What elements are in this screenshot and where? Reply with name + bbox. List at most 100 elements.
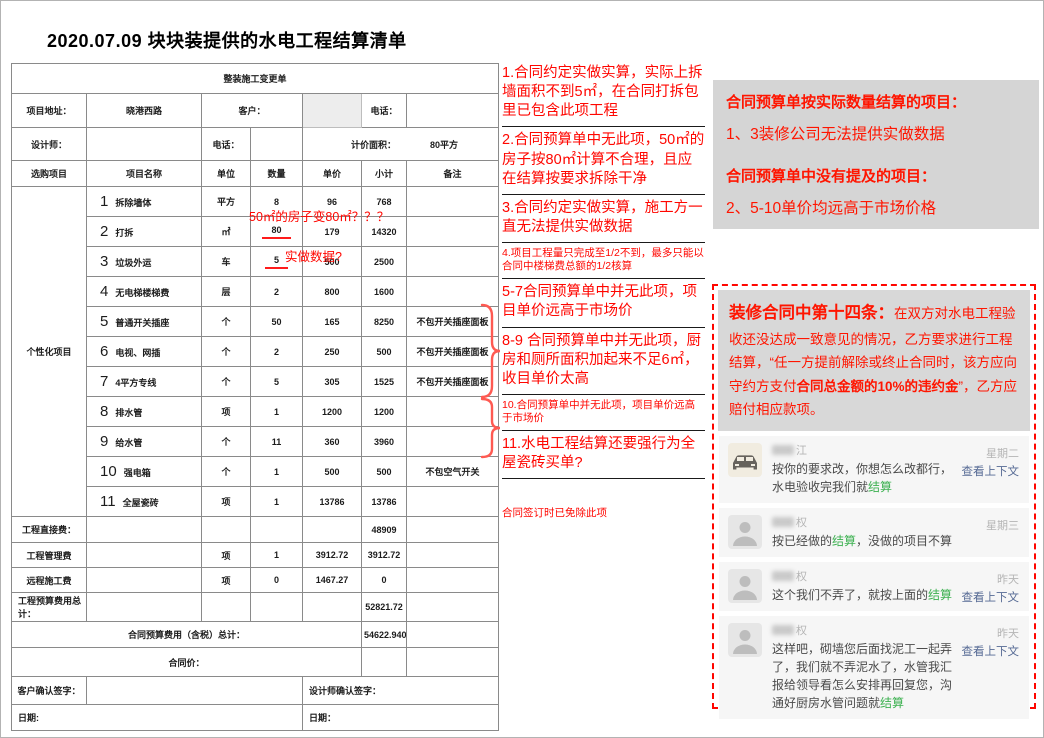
date1-label: 日期: (12, 705, 303, 731)
phone-label: 电话： (362, 94, 407, 128)
date-row: 日期: 日期： (12, 705, 499, 731)
item-qty: 1 (251, 487, 303, 517)
info-row-1: 项目地址： 晓港西路 客户： 电话： (12, 94, 499, 128)
item-subtotal: 8250 (362, 307, 407, 337)
note-divider (502, 327, 705, 328)
item-number: 11 (100, 493, 116, 510)
item-subtotal: 1600 (362, 277, 407, 307)
item-name-cell: 10强电箱 (87, 457, 202, 487)
item-subtotal: 13786 (362, 487, 407, 517)
item-unit-price: 360 (303, 427, 362, 457)
item-number: 2 (100, 223, 108, 240)
contract-clause-box: 装修合同中第十四条：在双方对水电工程验收还没达成一致意见的情况，乙方要求进行工程… (718, 290, 1030, 431)
note-item: 11.水电工程结算还要强行为全屋瓷砖买单? (502, 435, 705, 473)
disputed-qty-underline: 80 (262, 225, 290, 239)
view-context-link[interactable]: 查看上下文 (962, 643, 1020, 659)
name-visible-suffix: 权 (796, 622, 807, 638)
note-item: 10.合同预算单中并无此项，项目单价远高于市场价 (502, 399, 705, 425)
item-remark (407, 217, 499, 247)
note-item: 合同签订时已免除此项 (502, 507, 705, 520)
item-subtotal: 500 (362, 337, 407, 367)
item-unit: ㎡ (202, 217, 251, 247)
item-name-cell: 74平方专线 (87, 367, 202, 397)
item-subtotal: 1200 (362, 397, 407, 427)
car-avatar-icon (728, 443, 762, 477)
item-subtotal: 500 (362, 457, 407, 487)
box-title: 合同预算单按实际数量结算的项目： (726, 91, 1026, 112)
item-name-cell: 1拆除墙体 (87, 187, 202, 217)
area-question-note: 50㎡的房子变80㎡？？？ (249, 206, 389, 225)
designer-value (87, 128, 202, 161)
chat-sender-name: 江 (772, 443, 1020, 458)
budget-total-label: 工程预算费用总计： (12, 593, 87, 622)
item-unit: 项 (202, 397, 251, 427)
keyword-highlight: 结算 (880, 696, 904, 710)
item-unit: 个 (202, 457, 251, 487)
contract-price-row: 合同价： (12, 648, 499, 677)
item-name-cell: 4无电梯楼梯费 (87, 277, 202, 307)
chat-message-list: 江按你的要求改，你想怎么改都行，水电验收完我们就结算星期二查看上下文权按已经做的… (718, 436, 1030, 719)
address-value: 晓港西路 (87, 94, 202, 128)
item-number: 6 (100, 343, 108, 360)
clause-lead: 装修合同中第十四条： (729, 304, 894, 322)
item-unit-price: 305 (303, 367, 362, 397)
direct-fee-row: 工程直接费： 48909 (12, 517, 499, 543)
item-unit: 车 (202, 247, 251, 277)
item-number: 1 (100, 193, 108, 210)
unmentioned-items-box: 合同预算单中没有提及的项目： 2、5-10单价均远高于市场价格 (713, 154, 1039, 229)
contract-total-row: 合同预算费用（含税）总计： 54622.9407 (12, 622, 499, 648)
item-remark: 不包空气开关 (407, 457, 499, 487)
item-number: 8 (100, 403, 108, 420)
item-name-cell: 9给水管 (87, 427, 202, 457)
avatar (728, 515, 762, 549)
item-unit-price: 13786 (303, 487, 362, 517)
name-visible-suffix: 权 (796, 514, 807, 530)
chat-message[interactable]: 权这个我们不弄了，就按上面的结算昨天查看上下文 (719, 562, 1029, 611)
item-qty: 1 (251, 457, 303, 487)
remote-fee-row: 远程施工费 项 0 1467.27 0 (12, 568, 499, 593)
phone2-label: 电话： (202, 128, 251, 161)
chat-message[interactable]: 权这样吧，砌墙您后面找泥工一起弄了，我们就不弄泥水了，水管我汇报给领导看怎么安排… (719, 616, 1029, 719)
item-qty: 2 (251, 277, 303, 307)
item-name: 无电梯楼梯费 (115, 288, 169, 298)
item-unit: 个 (202, 337, 251, 367)
item-qty: 5 (251, 367, 303, 397)
rows5-7-bracket (479, 303, 503, 399)
note-item: 8-9 合同预算单中并无此项，厨房和厕所面积加起来不足6㎡，收目单价太高 (502, 332, 705, 389)
person-avatar-icon (728, 515, 762, 549)
item-unit: 个 (202, 427, 251, 457)
note-divider (502, 126, 705, 127)
keyword-highlight: 结算 (832, 534, 856, 548)
note-item: 3.合同约定实做实算，施工方一直无法提供实做数据 (502, 199, 705, 237)
chat-text: 按已经做的结算，没做的项目不算 (772, 532, 1020, 550)
item-number: 9 (100, 433, 108, 450)
item-unit: 个 (202, 367, 251, 397)
redacted-name-blur (772, 571, 794, 581)
area-cell: 计价面积：80平方 (303, 128, 499, 161)
designer-label: 设计师： (12, 128, 87, 161)
item-subtotal: 3960 (362, 427, 407, 457)
note-divider (502, 242, 705, 243)
item-remark (407, 487, 499, 517)
sheet-title-row: 整装施工变更单 (12, 64, 499, 94)
view-context-link[interactable]: 查看上下文 (962, 463, 1020, 479)
redacted-name-blur (772, 445, 794, 455)
view-context-link[interactable]: 查看上下文 (962, 589, 1020, 605)
note-divider (502, 394, 705, 395)
item-name: 打拆 (115, 228, 133, 238)
note-divider (502, 478, 705, 479)
contract-price-label: 合同价： (12, 648, 362, 677)
budget-total-value: 52821.72 (362, 593, 407, 622)
item-name: 普通开关插座 (115, 318, 169, 328)
chat-timestamp: 星期二 (986, 445, 1019, 461)
change-order-table: 整装施工变更单 项目地址： 晓港西路 客户： 电话： 设计师： 电话： 计价面积… (11, 63, 499, 731)
item-qty: 2 (251, 337, 303, 367)
item-name-cell: 5普通开关插座 (87, 307, 202, 337)
item-unit: 层 (202, 277, 251, 307)
col-header: 单位 (202, 161, 251, 187)
item-number: 3 (100, 253, 108, 270)
address-label: 项目地址： (12, 94, 87, 128)
chat-message[interactable]: 江按你的要求改，你想怎么改都行，水电验收完我们就结算星期二查看上下文 (719, 436, 1029, 503)
chat-message[interactable]: 权按已经做的结算，没做的项目不算星期三 (719, 508, 1029, 557)
screenshot-canvas: 2020.07.09 块块装提供的水电工程结算清单 整装施工变更单 项目地址： … (0, 0, 1044, 738)
